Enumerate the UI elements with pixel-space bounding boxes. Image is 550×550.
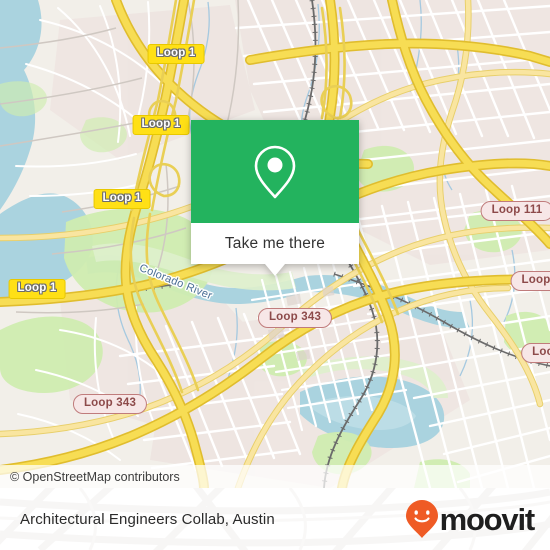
- location-popup-card[interactable]: Take me there: [191, 120, 359, 276]
- map-attribution[interactable]: © OpenStreetMap contributors: [0, 465, 550, 488]
- map-canvas[interactable]: Loop 1 Loop 1 Loop 1 Loop 1 Loop 343 Loop 343…: [0, 0, 550, 488]
- moovit-map-screenshot: Loop 1 Loop 1 Loop 1 Loop 1 Loop 343 Loop 343…: [0, 0, 550, 550]
- place-title: Architectural Engineers Collab, Austin: [20, 510, 275, 528]
- road-shield: Loop 343: [257, 308, 333, 328]
- popup-tail: [265, 264, 285, 276]
- attribution-text: © OpenStreetMap contributors: [10, 469, 180, 484]
- road-shield: Loop 1: [147, 44, 205, 64]
- footer-bar: Architectural Engineers Collab, Austin m…: [0, 488, 550, 550]
- road-shield: Loo: [521, 343, 550, 363]
- take-me-there-button[interactable]: Take me there: [191, 223, 359, 264]
- road-shield: Loop 1: [93, 189, 151, 209]
- moovit-wordmark: moovit: [439, 501, 536, 537]
- moovit-logo: moovit: [405, 499, 536, 539]
- road-shield: Loop 111: [480, 201, 550, 221]
- map-pin-icon: [254, 145, 296, 198]
- road-shield: Loop 1: [132, 115, 190, 135]
- road-shield: Loop 1: [510, 271, 550, 291]
- moovit-smiley-pin-icon: [405, 500, 438, 538]
- road-shield: Loop 343: [72, 394, 148, 414]
- popup-photo-placeholder: [191, 120, 359, 223]
- road-shield: Loop 1: [8, 279, 66, 299]
